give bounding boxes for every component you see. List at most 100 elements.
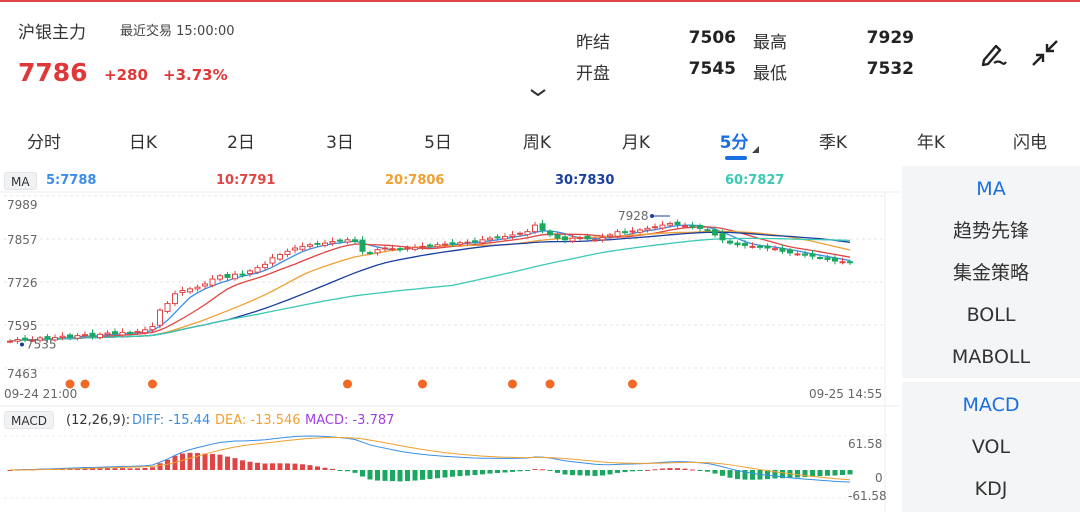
- candle-body: [689, 225, 696, 228]
- candle-body: [419, 245, 426, 248]
- macd-bar: [397, 470, 403, 482]
- candle-body: [749, 245, 756, 248]
- candle-body: [314, 242, 321, 245]
- candle-body: [524, 231, 531, 236]
- macd-bar: [225, 456, 230, 470]
- indicator-vol[interactable]: VOL: [902, 426, 1080, 468]
- candle-body: [134, 330, 141, 333]
- macd-bar: [495, 470, 500, 473]
- candle-body: [449, 242, 456, 245]
- macd-bar: [615, 470, 620, 473]
- low-marker-label: 7535: [26, 337, 57, 351]
- x-start-label: 09-24 21:00: [4, 387, 77, 401]
- y-tick-label: 7595: [7, 319, 38, 333]
- macd-bar: [210, 453, 215, 470]
- macd-bar: [690, 469, 695, 471]
- signal-dot: [508, 379, 517, 389]
- candle-body: [847, 261, 853, 264]
- candle-body: [704, 229, 711, 232]
- candle-body: [607, 234, 613, 237]
- macd-bar: [592, 470, 598, 476]
- candle-body: [14, 339, 21, 342]
- macd-diff: DIFF: -15.44: [132, 413, 211, 428]
- candle-body: [494, 236, 501, 239]
- candle-body: [637, 229, 643, 233]
- macd-bar: [360, 470, 365, 477]
- candle-body: [232, 273, 238, 280]
- macd-dea: DEA: -13.546: [215, 413, 301, 428]
- candle-body: [7, 340, 13, 343]
- macd-bar: [180, 453, 185, 470]
- candle-body: [674, 221, 681, 225]
- macd-bar: [832, 470, 838, 476]
- candle-body: [629, 230, 636, 233]
- macd-bar: [442, 470, 448, 478]
- macd-bar: [667, 468, 673, 470]
- candle-body: [569, 237, 576, 242]
- candle-body: [82, 334, 88, 337]
- signal-dot: [545, 379, 555, 389]
- candle-body: [592, 239, 598, 242]
- candle-body: [757, 245, 763, 248]
- candle-body: [742, 242, 748, 246]
- y-tick-label: 7989: [7, 198, 38, 212]
- macd-bar: [120, 468, 125, 470]
- candle-body: [809, 253, 816, 257]
- macd-tick-label: 0: [875, 471, 883, 485]
- macd-badge[interactable]: MACD: [4, 411, 54, 429]
- candle-body: [442, 243, 448, 246]
- candle-body: [389, 248, 396, 251]
- macd-bar: [562, 470, 568, 475]
- candle-body: [104, 332, 111, 335]
- macd-bar: [270, 463, 275, 470]
- candle-body: [127, 331, 133, 334]
- candle-body: [329, 240, 336, 244]
- macd-bar: [570, 470, 575, 476]
- indicator-panel-main: MA 趋势先锋 集金策略 BOLL MABOLL: [902, 166, 1080, 378]
- indicator-kdj[interactable]: KDJ: [902, 468, 1080, 510]
- collapse-arrows-icon[interactable]: [1028, 36, 1062, 70]
- macd-bar: [840, 470, 845, 476]
- macd-bar: [390, 470, 395, 482]
- candle-body: [337, 239, 343, 242]
- pen-icon[interactable]: [976, 36, 1010, 70]
- macd-bar: [727, 470, 733, 478]
- indicator-fund-strategy[interactable]: 集金策略: [902, 252, 1080, 294]
- macd-bar: [675, 468, 680, 470]
- indicator-maboll[interactable]: MABOLL: [902, 336, 1080, 378]
- macd-bar: [652, 469, 658, 471]
- macd-bar: [315, 466, 320, 470]
- tab-yearly-k[interactable]: 年K: [896, 128, 966, 153]
- candle-body: [359, 239, 366, 252]
- candle-body: [157, 309, 163, 326]
- tab-flash[interactable]: 闪电: [995, 128, 1065, 153]
- macd-bar: [202, 453, 208, 470]
- candle-body: [194, 286, 201, 290]
- macd-bar: [750, 470, 755, 480]
- macd-bar: [345, 470, 350, 472]
- indicator-macd[interactable]: MACD: [902, 384, 1080, 426]
- macd-bar: [157, 463, 163, 470]
- candle-body: [832, 257, 838, 262]
- candle-body: [839, 261, 846, 264]
- candle-body: [652, 226, 658, 229]
- candle-body: [772, 248, 778, 251]
- indicator-boll[interactable]: BOLL: [902, 294, 1080, 336]
- indicator-panel-sub: MACD VOL KDJ: [902, 382, 1080, 512]
- candle-body: [142, 329, 148, 334]
- y-tick-label: 7726: [7, 276, 38, 290]
- macd-bar: [720, 470, 725, 476]
- macd-bar: [367, 470, 373, 480]
- candle-body: [479, 239, 486, 244]
- candle-body: [659, 224, 666, 229]
- price-chart[interactable]: 7989 7857 7726 7595 7463 7928 7535 09-24 21:00…: [0, 0, 900, 512]
- candle-body: [217, 275, 223, 280]
- macd-bar: [600, 470, 605, 476]
- indicator-ma[interactable]: MA: [902, 168, 1080, 210]
- signal-dot: [418, 379, 427, 389]
- macd-bar: [307, 465, 313, 470]
- candle-body: [187, 288, 193, 293]
- indicator-trend-pioneer[interactable]: 趋势先锋: [902, 210, 1080, 252]
- macd-bar: [660, 468, 665, 470]
- candle-body: [794, 253, 801, 256]
